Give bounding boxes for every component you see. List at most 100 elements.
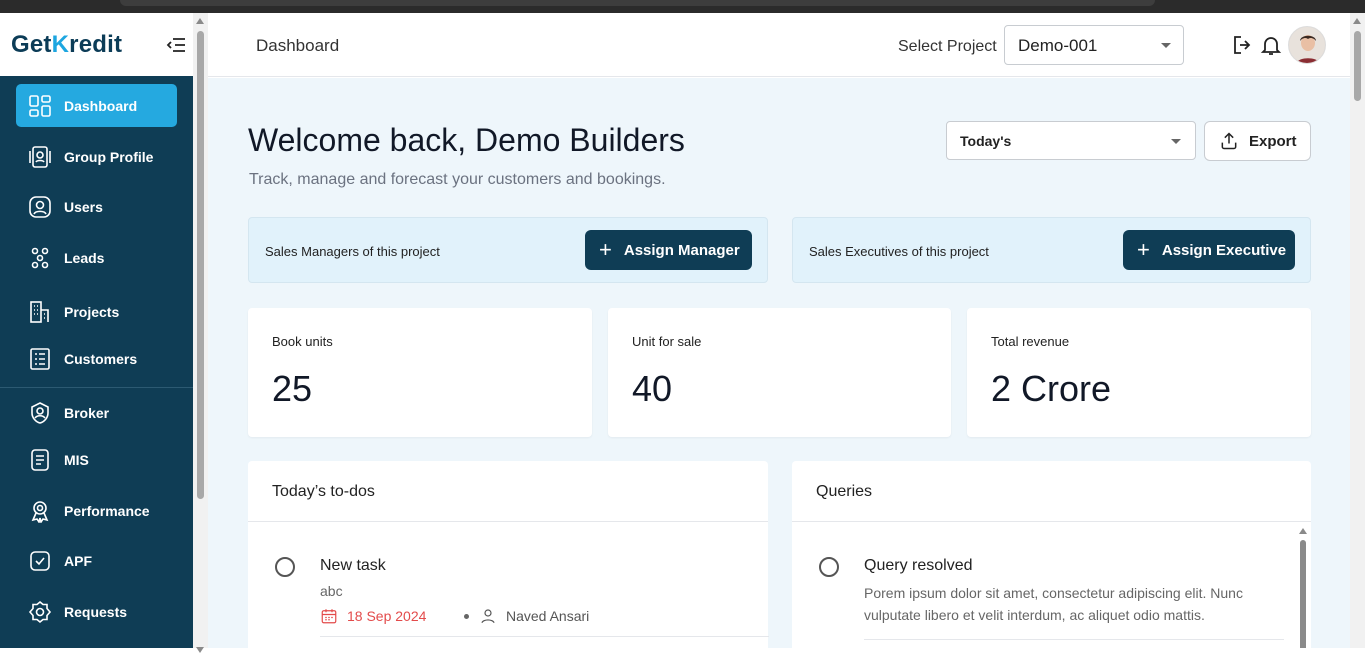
browser-top-strip — [0, 0, 1365, 13]
stat-value: 25 — [272, 368, 313, 409]
task-checkbox[interactable] — [275, 557, 295, 577]
scroll-up-icon[interactable] — [1299, 528, 1307, 534]
todos-title: Today’s to-dos — [272, 483, 375, 500]
group-profile-icon — [27, 144, 53, 170]
sidebar-item-label: Broker — [64, 404, 110, 421]
project-select[interactable]: Demo-001 — [1004, 25, 1184, 65]
sidebar-item-broker[interactable]: Broker — [16, 391, 177, 434]
sidebar-item-apf[interactable]: APF — [16, 539, 177, 582]
task-assignee-name: Naved Ansari — [506, 608, 590, 624]
upload-icon — [1221, 132, 1237, 150]
sidebar: Dashboard Group Profile Users Leads Proj… — [0, 76, 193, 648]
sidebar-item-label: Customers — [64, 350, 138, 367]
chevron-down-icon — [1171, 139, 1181, 144]
avatar[interactable] — [1288, 26, 1326, 64]
queries-title: Queries — [816, 483, 873, 500]
sidebar-item-label: Dashboard — [64, 97, 138, 114]
logo-prefix: Get — [11, 31, 52, 58]
stat-label: Total revenue — [991, 334, 1070, 349]
report-icon — [27, 447, 53, 473]
sidebar-divider — [0, 387, 193, 388]
task-assignee: Naved Ansari — [464, 607, 589, 625]
scroll-up-icon[interactable] — [196, 18, 204, 24]
assign-executive-button[interactable]: + Assign Executive — [1123, 230, 1295, 270]
plus-icon: + — [1137, 237, 1150, 262]
date-range-value: Today's — [960, 133, 1012, 149]
project-select-value: Demo-001 — [1018, 36, 1098, 55]
stat-card-total-revenue: Total revenue 2 Crore — [967, 308, 1311, 437]
sidebar-item-mis[interactable]: MIS — [16, 438, 177, 481]
task-title[interactable]: New task — [320, 557, 386, 575]
scroll-thumb[interactable] — [197, 31, 204, 499]
export-label: Export — [1249, 132, 1297, 150]
assign-manager-button[interactable]: + Assign Manager — [585, 230, 752, 270]
sidebar-item-customers[interactable]: Customers — [16, 337, 177, 380]
plus-icon: + — [599, 237, 612, 262]
stat-label: Unit for sale — [632, 334, 702, 349]
browser-tab-strip — [120, 0, 1155, 6]
sidebar-item-performance[interactable]: Performance — [16, 489, 177, 532]
sidebar-item-label: APF — [64, 552, 92, 569]
sidebar-item-users[interactable]: Users — [16, 185, 177, 228]
requests-icon — [27, 599, 53, 625]
queries-panel: Queries Query resolved Porem ipsum dolor… — [792, 461, 1311, 648]
leads-icon — [27, 245, 53, 271]
sidebar-item-projects[interactable]: Projects — [16, 290, 177, 333]
sales-executives-label: Sales Executives of this project — [809, 244, 989, 259]
calendar-icon — [321, 609, 337, 624]
header: Dashboard Select Project Demo-001 — [208, 13, 1350, 77]
sidebar-item-leads[interactable]: Leads — [16, 236, 177, 279]
sidebar-item-dashboard[interactable]: Dashboard — [16, 84, 177, 127]
sidebar-item-label: Users — [64, 198, 103, 215]
award-icon — [27, 498, 53, 524]
scroll-up-icon[interactable] — [1353, 18, 1361, 24]
row-divider — [864, 639, 1284, 640]
stat-value: 40 — [632, 368, 673, 409]
export-button[interactable]: Export — [1204, 121, 1311, 161]
panel-divider — [792, 521, 1311, 522]
query-checkbox[interactable] — [819, 557, 839, 577]
logo[interactable]: GetKredit — [11, 31, 122, 59]
row-divider — [320, 636, 769, 637]
select-project-label: Select Project — [898, 38, 997, 55]
building-icon — [27, 299, 53, 325]
sidebar-item-label: Leads — [64, 249, 105, 266]
task-due-date: 18 Sep 2024 — [320, 607, 426, 625]
scroll-thumb[interactable] — [1354, 31, 1361, 101]
logout-icon[interactable] — [1231, 33, 1255, 57]
scroll-thumb[interactable] — [1300, 540, 1306, 648]
users-icon — [27, 194, 53, 220]
sidebar-scrollbar[interactable] — [193, 13, 208, 653]
query-title[interactable]: Query resolved — [864, 557, 973, 575]
sidebar-item-label: Performance — [64, 502, 150, 519]
date-range-select[interactable]: Today's — [946, 121, 1196, 160]
todos-panel: Today’s to-dos New task abc 18 Sep 2024 … — [248, 461, 769, 648]
sidebar-item-group-profile[interactable]: Group Profile — [16, 135, 177, 178]
sidebar-item-label: Projects — [64, 303, 120, 320]
user-icon — [481, 609, 495, 624]
task-date-text: 18 Sep 2024 — [347, 608, 427, 624]
list-icon — [27, 346, 53, 372]
task-description: abc — [320, 583, 343, 599]
welcome-heading: Welcome back, Demo Builders — [248, 122, 685, 158]
stat-card-book-units: Book units 25 — [248, 308, 592, 437]
queries-scrollbar[interactable] — [1297, 525, 1309, 648]
logo-accent: K — [51, 31, 70, 58]
welcome-subtitle: Track, manage and forecast your customer… — [249, 171, 666, 188]
bell-icon[interactable] — [1259, 33, 1283, 57]
collapse-sidebar-icon[interactable] — [166, 37, 186, 53]
sales-managers-card: Sales Managers of this project + Assign … — [248, 217, 768, 283]
sidebar-item-label: Group Profile — [64, 148, 154, 165]
chevron-down-icon — [1161, 43, 1171, 48]
page-title: Dashboard — [256, 36, 340, 55]
separator-dot — [464, 613, 469, 619]
sidebar-item-label: MIS — [64, 451, 89, 468]
sales-executives-card: Sales Executives of this project + Assig… — [792, 217, 1311, 283]
stat-card-unit-for-sale: Unit for sale 40 — [608, 308, 951, 437]
query-body: Porem ipsum dolor sit amet, consectetur … — [864, 585, 1243, 623]
sidebar-item-requests[interactable]: Requests — [16, 590, 177, 633]
broker-icon — [27, 400, 53, 426]
check-square-icon — [27, 548, 53, 574]
page-scrollbar[interactable] — [1350, 13, 1365, 648]
sidebar-item-label: Requests — [64, 603, 128, 620]
